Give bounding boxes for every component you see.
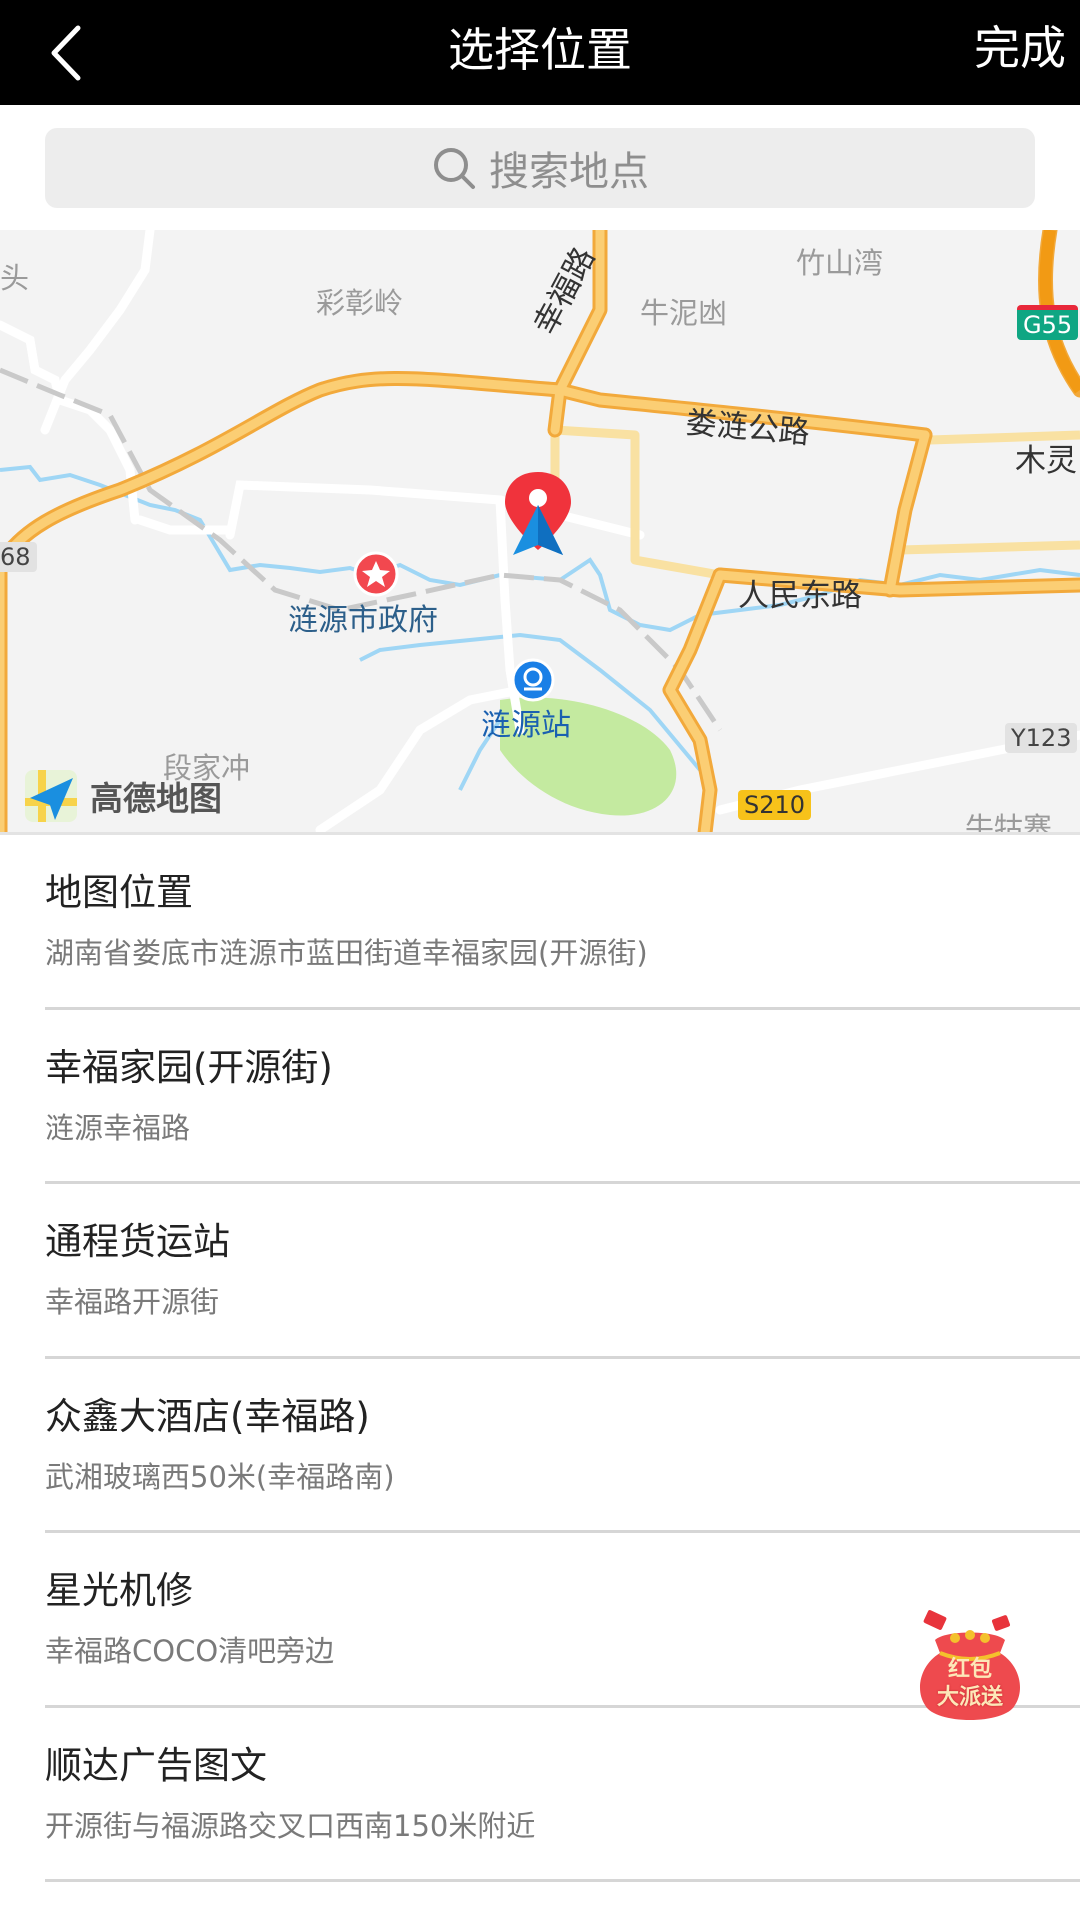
map-label-place: 彩彰岭 [316, 286, 404, 320]
list-item-title: 地图位置 [45, 871, 193, 914]
map-label-poi-station[interactable]: 涟源站 [481, 700, 571, 744]
map-label-place: 头 [0, 261, 30, 295]
map-label-place: 竹山湾 [796, 246, 884, 280]
route-shield-s210: S210 [738, 790, 812, 820]
search-input[interactable]: 搜索地点 [45, 128, 1035, 208]
red-envelope-promo-button[interactable]: 红包 大派送 [905, 1605, 1035, 1730]
route-shield-68: 68 [0, 542, 37, 572]
list-item-title: 众鑫大酒店(幸福路) [45, 1394, 370, 1438]
amap-logo-text: 高德地图 [90, 779, 222, 818]
map-view[interactable]: 头 彩彰岭 竹山湾 牛泥凼 段家冲 牛牯寨 幸福路 娄涟公路 人民东路 木灵 涟… [0, 230, 1080, 833]
divider [45, 1879, 1080, 1882]
list-item-subtitle: 幸福路COCO清吧旁边 [45, 1634, 335, 1668]
list-item-title: 幸福家园(开源街) [45, 1045, 333, 1089]
list-item-subtitle: 武湘玻璃西50米(幸福路南) [45, 1459, 395, 1494]
search-bar-container: 搜索地点 [0, 105, 1080, 230]
list-item-title: 顺达广告图文 [45, 1743, 267, 1787]
list-item-title: 通程货运站 [45, 1220, 230, 1263]
list-item[interactable]: 顺达广告图文 开源街与福源路交叉口西南150米附近 [0, 1708, 1080, 1882]
map-label-place: 牛牯寨 [965, 811, 1053, 833]
route-shield-y123: Y123 [1005, 723, 1078, 753]
map-label-road: 木灵 [1015, 443, 1077, 479]
map-label-road: 人民东路 [738, 578, 862, 614]
amap-logo-icon [25, 770, 77, 822]
search-icon [434, 148, 475, 189]
list-item-subtitle: 湖南省娄底市涟源市蓝田街道幸福家园(开源街) [45, 936, 648, 970]
search-placeholder: 搜索地点 [489, 149, 649, 195]
map-label-poi-government[interactable]: 涟源市政府 [288, 595, 438, 639]
done-button[interactable]: 完成 [974, 18, 1066, 78]
promo-line-2: 大派送 [936, 1685, 1003, 1710]
promo-line-1: 红包 [947, 1657, 992, 1682]
map-label-place: 牛泥凼 [640, 296, 728, 330]
government-star-icon [353, 551, 399, 597]
page-title: 选择位置 [448, 23, 632, 77]
route-shield-g55: G55 [1017, 305, 1079, 340]
list-item[interactable]: 通程货运站 幸福路开源街 [0, 1184, 1080, 1359]
nav-bar: 选择位置 完成 [0, 0, 1080, 105]
list-item-title: 星光机修 [45, 1569, 193, 1612]
list-item[interactable]: 众鑫大酒店(幸福路) 武湘玻璃西50米(幸福路南) [0, 1359, 1080, 1533]
train-station-icon [511, 658, 555, 702]
list-item[interactable]: 地图位置 湖南省娄底市涟源市蓝田街道幸福家园(开源街) [0, 835, 1080, 1010]
list-item[interactable]: 幸福家园(开源街) 涟源幸福路 [0, 1010, 1080, 1184]
list-item-subtitle: 开源街与福源路交叉口西南150米附近 [45, 1808, 536, 1843]
list-item-subtitle: 幸福路开源街 [45, 1285, 220, 1319]
list-item-subtitle: 涟源幸福路 [45, 1110, 191, 1145]
